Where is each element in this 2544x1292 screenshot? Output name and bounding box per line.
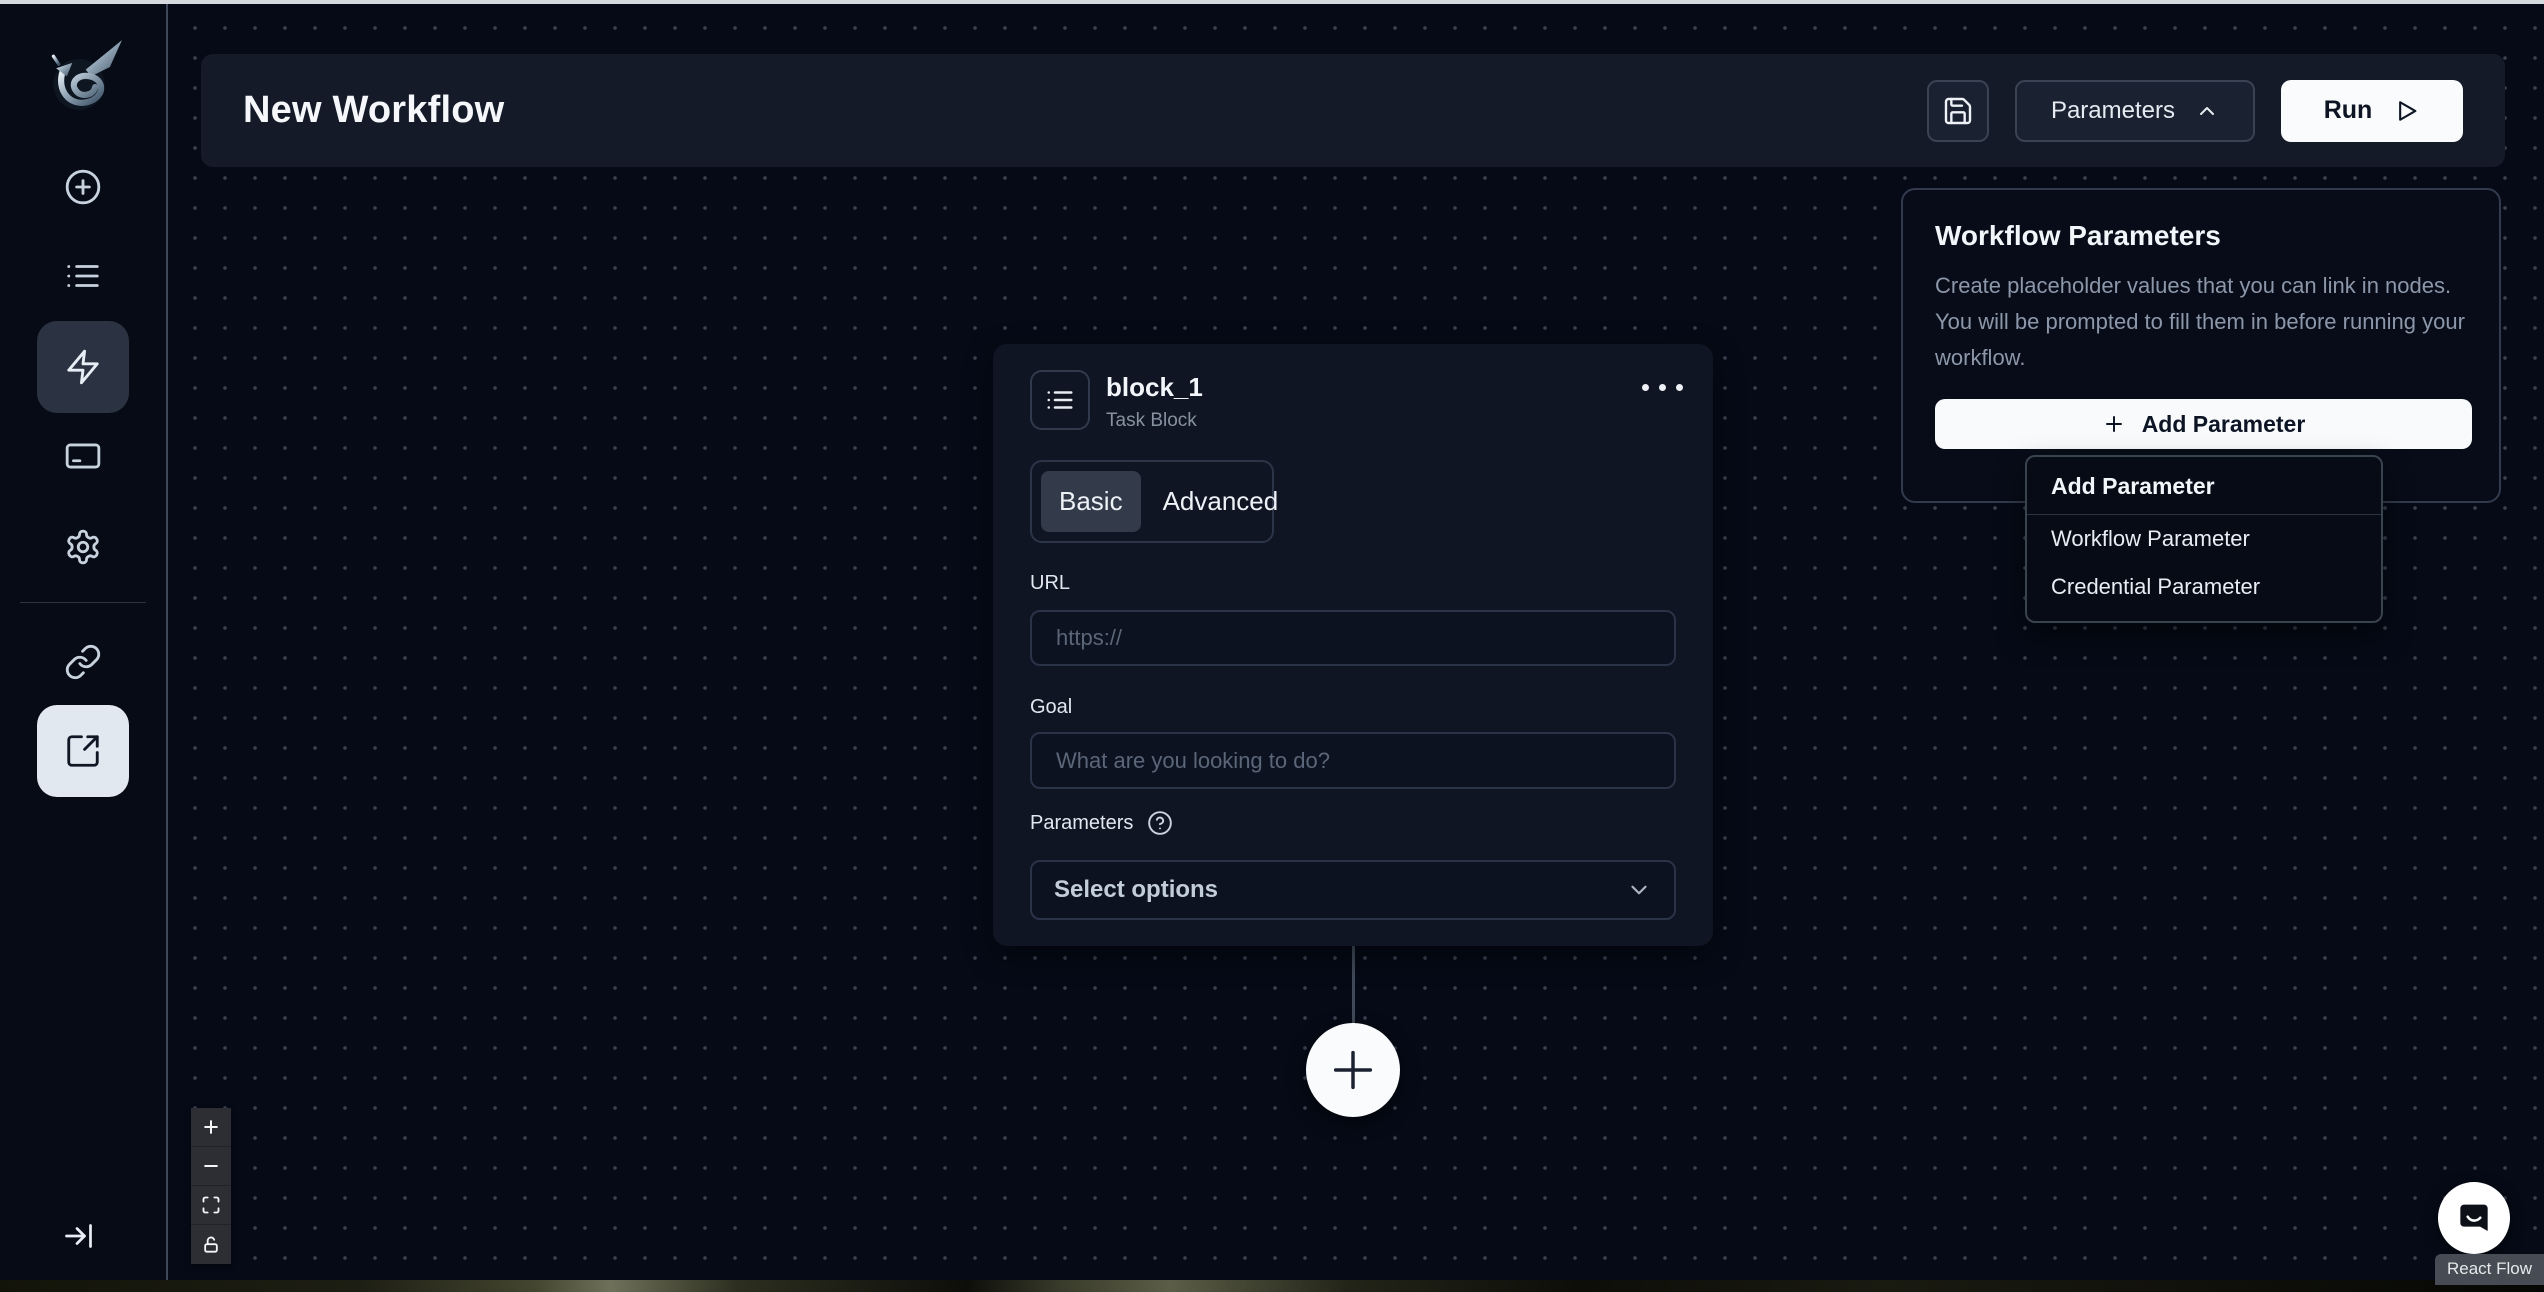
sidebar-item-integrations[interactable] — [37, 616, 129, 708]
zoom-out-button[interactable] — [191, 1147, 231, 1186]
zoom-in-button[interactable] — [191, 1108, 231, 1147]
lock-open-icon — [201, 1235, 221, 1255]
add-parameter-button-label: Add Parameter — [2141, 410, 2306, 437]
sidebar — [0, 0, 168, 1292]
chat-bubble-icon — [2454, 1198, 2494, 1238]
plus-icon — [201, 1117, 221, 1137]
add-parameter-button[interactable]: Add Parameter — [1935, 399, 2472, 449]
flow-canvas[interactable]: New Workflow Parameters Run block_1 Task… — [168, 0, 2544, 1292]
lock-toggle-button[interactable] — [191, 1225, 231, 1264]
parameters-toggle-button[interactable]: Parameters — [2014, 79, 2255, 142]
tab-basic[interactable]: Basic — [1041, 471, 1141, 532]
chevron-up-icon — [2195, 99, 2219, 123]
page-title: New Workflow — [243, 89, 505, 131]
plus-icon — [1327, 1044, 1379, 1096]
task-block-node[interactable]: block_1 Task Block Basic Advanced URL Go… — [993, 344, 1713, 946]
fit-view-icon — [201, 1195, 221, 1215]
sidebar-item-credentials[interactable] — [37, 410, 129, 502]
goal-label: Goal — [1030, 696, 1073, 718]
sidebar-item-workflows[interactable] — [37, 321, 129, 413]
node-edge — [1352, 946, 1355, 1024]
run-button-label: Run — [2323, 96, 2373, 124]
external-link-icon — [64, 732, 102, 770]
node-type-icon-box — [1030, 370, 1090, 430]
save-icon — [1942, 95, 1974, 127]
header-actions: Parameters Run — [1926, 79, 2463, 142]
sidebar-collapse-button[interactable] — [58, 1214, 102, 1258]
sidebar-divider — [20, 602, 146, 603]
gear-icon — [64, 528, 102, 566]
react-flow-attribution[interactable]: React Flow — [2434, 1254, 2544, 1285]
parameters-label: Parameters — [1030, 811, 1134, 834]
skyvern-logo[interactable] — [40, 32, 126, 118]
panel-title: Workflow Parameters — [1935, 220, 2221, 251]
list-icon — [64, 257, 102, 295]
plus-icon — [2102, 412, 2126, 436]
add-block-button[interactable] — [1306, 1023, 1400, 1117]
chat-widget-button[interactable] — [2438, 1182, 2510, 1254]
node-titles: block_1 Task Block — [1106, 370, 1203, 432]
node-more-menu-icon[interactable] — [1642, 370, 1683, 391]
chevron-down-icon — [1626, 877, 1652, 903]
menu-item-credential-parameter[interactable]: Credential Parameter — [2027, 563, 2381, 611]
save-button[interactable] — [1926, 79, 1989, 142]
sidebar-item-create[interactable] — [37, 141, 129, 233]
fit-view-button[interactable] — [191, 1186, 231, 1225]
arrow-to-bar-icon — [62, 1218, 98, 1254]
app-window: New Workflow Parameters Run block_1 Task… — [0, 0, 2544, 1292]
help-circle-icon[interactable] — [1147, 810, 1173, 836]
tab-advanced[interactable]: Advanced — [1145, 471, 1297, 532]
run-button[interactable]: Run — [2281, 79, 2463, 142]
sidebar-item-browser-session[interactable] — [37, 705, 129, 797]
sidebar-item-settings[interactable] — [37, 501, 129, 593]
panel-description: Create placeholder values that you can l… — [1935, 273, 2465, 370]
link-icon — [64, 643, 102, 681]
parameters-field-row: Parameters — [1030, 810, 1173, 836]
node-title: block_1 — [1106, 372, 1203, 402]
workflow-header: New Workflow Parameters Run — [201, 54, 2505, 167]
minus-icon — [201, 1156, 221, 1176]
play-icon — [2392, 97, 2420, 125]
url-input[interactable] — [1030, 610, 1676, 666]
menu-item-workflow-parameter[interactable]: Workflow Parameter — [2027, 515, 2381, 563]
parameters-select[interactable]: Select options — [1030, 860, 1676, 920]
desktop-wallpaper-sliver — [0, 1280, 2544, 1292]
canvas-controls — [191, 1108, 231, 1264]
plus-circle-icon — [64, 168, 102, 206]
sidebar-item-runs[interactable] — [37, 230, 129, 322]
node-subtitle: Task Block — [1106, 410, 1197, 431]
zap-icon — [64, 348, 102, 386]
add-parameter-menu: Add Parameter Workflow Parameter Credent… — [2025, 455, 2383, 623]
window-top-edge — [0, 0, 2544, 4]
list-bullet-icon — [1045, 385, 1075, 415]
node-tabs: Basic Advanced — [1030, 460, 1278, 543]
parameters-select-value: Select options — [1054, 876, 1219, 903]
menu-header: Add Parameter — [2027, 457, 2381, 515]
url-label: URL — [1030, 572, 1071, 594]
node-header: block_1 Task Block — [1030, 370, 1683, 432]
goal-input[interactable] — [1030, 732, 1676, 789]
parameters-button-label: Parameters — [2050, 96, 2175, 124]
credit-card-icon — [64, 437, 102, 475]
